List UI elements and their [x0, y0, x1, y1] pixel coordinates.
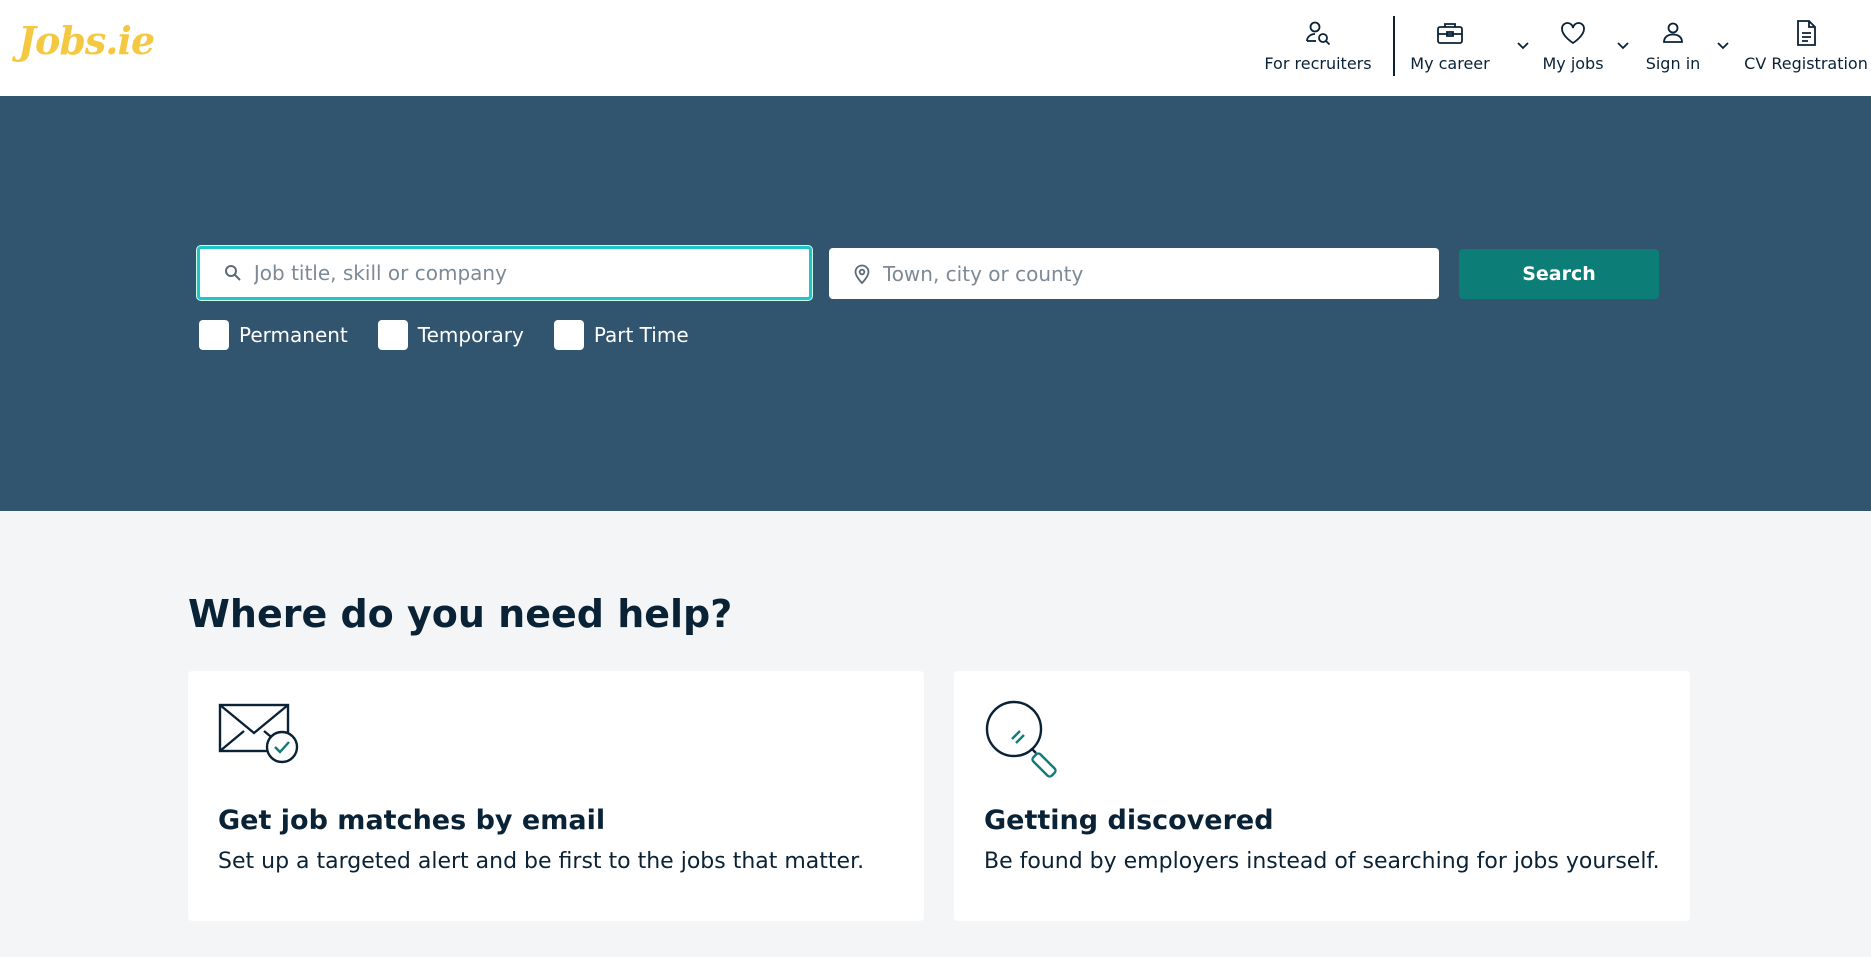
filter-part-time[interactable]: Part Time	[553, 320, 689, 350]
location-field[interactable]	[829, 248, 1439, 299]
logo[interactable]: Jobs.ie	[18, 18, 155, 63]
nav-label: My career	[1410, 54, 1490, 73]
search-button[interactable]: Search	[1459, 249, 1659, 299]
checkbox[interactable]	[553, 320, 584, 350]
briefcase-icon	[1435, 18, 1465, 48]
filter-label: Temporary	[417, 323, 524, 347]
card-description: Be found by employers instead of searchi…	[984, 849, 1660, 874]
filter-label: Permanent	[239, 323, 348, 347]
document-icon	[1791, 18, 1821, 48]
main-nav: For recruiters My career My jobs Sign in…	[1243, 0, 1871, 96]
nav-my-career[interactable]: My career	[1395, 0, 1505, 96]
site-header: Jobs.ie For recruiters My career My jobs…	[0, 0, 1871, 96]
chevron-down-icon	[1616, 36, 1630, 55]
nav-label: Sign in	[1645, 54, 1701, 73]
my-career-dropdown[interactable]	[1505, 0, 1541, 96]
location-pin-icon	[851, 262, 873, 286]
job-type-filters: Permanent Temporary Part Time	[199, 320, 719, 350]
checkbox[interactable]	[199, 320, 229, 350]
checkbox[interactable]	[377, 320, 408, 350]
filter-temporary[interactable]: Temporary	[377, 320, 524, 350]
card-title: Getting discovered	[984, 805, 1274, 836]
card-description: Set up a targeted alert and be first to …	[218, 849, 865, 874]
card-title: Get job matches by email	[218, 805, 606, 836]
filter-label: Part Time	[593, 323, 689, 347]
hero-search-panel: Search Permanent Temporary Part Time	[0, 96, 1871, 511]
nav-cv-registration[interactable]: CV Registration	[1741, 0, 1871, 96]
card-getting-discovered[interactable]: Getting discovered Be found by employers…	[954, 671, 1690, 921]
job-search-input[interactable]	[253, 261, 809, 285]
envelope-check-icon	[218, 701, 300, 769]
filter-permanent[interactable]: Permanent	[199, 320, 348, 350]
recruiter-search-icon	[1303, 18, 1333, 48]
heart-icon	[1558, 18, 1588, 48]
nav-label: My jobs	[1542, 54, 1604, 73]
nav-sign-in[interactable]: Sign in	[1641, 0, 1705, 96]
magnifier-icon	[984, 699, 1068, 787]
chevron-down-icon	[1716, 36, 1730, 55]
nav-my-jobs[interactable]: My jobs	[1541, 0, 1605, 96]
chevron-down-icon	[1516, 36, 1530, 55]
my-jobs-dropdown[interactable]	[1605, 0, 1641, 96]
location-input[interactable]	[882, 261, 1439, 286]
nav-label: For recruiters	[1264, 54, 1372, 73]
nav-label: CV Registration	[1744, 54, 1868, 73]
user-icon	[1658, 18, 1688, 48]
section-title: Where do you need help?	[188, 592, 733, 636]
sign-in-dropdown[interactable]	[1705, 0, 1741, 96]
search-icon	[222, 261, 244, 285]
nav-for-recruiters[interactable]: For recruiters	[1243, 0, 1393, 96]
job-search-field[interactable]	[197, 246, 812, 300]
card-job-matches-email[interactable]: Get job matches by email Set up a target…	[188, 671, 924, 921]
